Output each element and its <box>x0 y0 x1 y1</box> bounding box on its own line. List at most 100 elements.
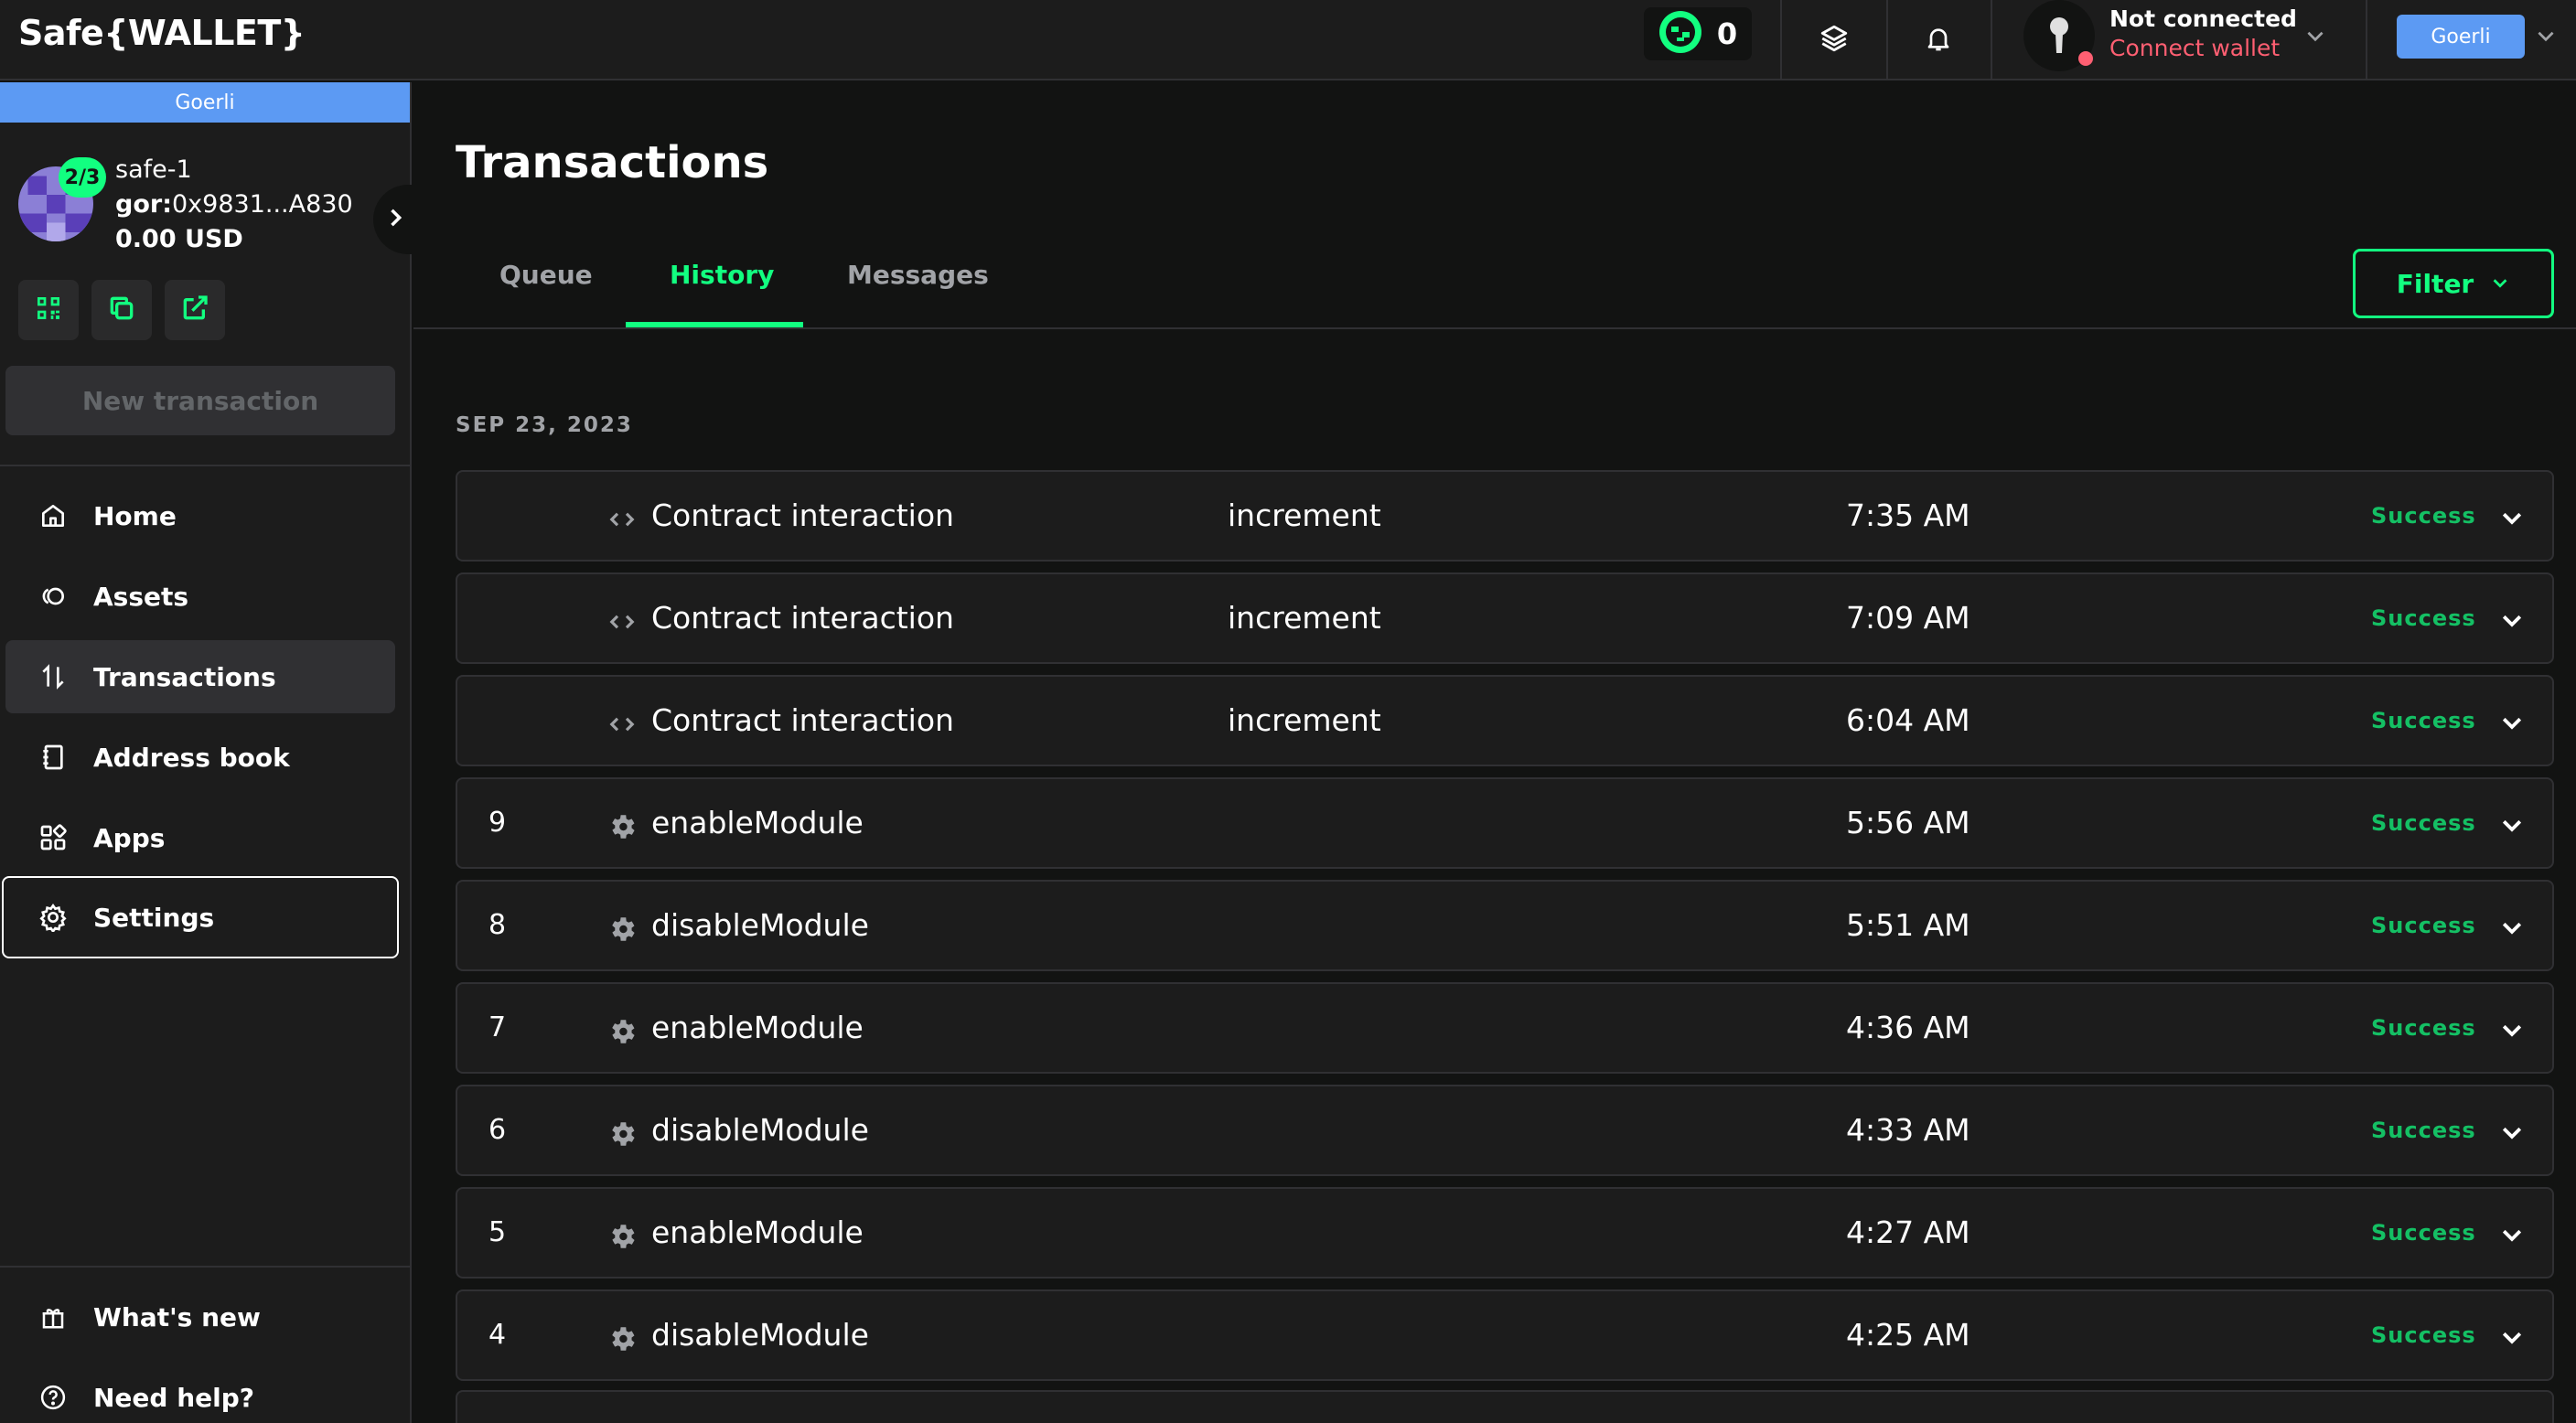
chevron-down-icon[interactable] <box>2494 704 2530 741</box>
address-value: 0x9831...A830 <box>172 190 353 219</box>
tab-messages[interactable]: Messages <box>847 260 989 290</box>
block-explorer-button[interactable] <box>165 280 225 340</box>
tx-time: 5:56 AM <box>1846 805 1970 840</box>
network-selector[interactable]: Goerli <box>2397 15 2525 59</box>
tx-time: 7:09 AM <box>1846 600 1970 636</box>
tx-time: 4:25 AM <box>1846 1317 1970 1353</box>
wallet-chevron-down-icon[interactable] <box>2303 24 2327 51</box>
new-transaction-button[interactable]: New transaction <box>5 366 395 435</box>
chevron-down-icon <box>2490 269 2510 299</box>
chevron-down-icon[interactable] <box>2494 807 2530 843</box>
chevron-down-icon[interactable] <box>2494 1011 2530 1048</box>
table-row[interactable]: 9 enableModule 5:56 AM Success <box>456 777 2554 869</box>
table-row[interactable]: Contract interaction increment 7:35 AM Succ… <box>456 470 2554 562</box>
table-row[interactable] <box>456 1390 2554 1423</box>
settings-gear-icon <box>606 810 639 843</box>
sidebar-item-label: Settings <box>93 902 215 933</box>
tx-type: Contract interaction <box>651 498 954 533</box>
header-divider <box>2366 0 2367 80</box>
transactions-icon <box>35 658 71 695</box>
bell-icon <box>1924 23 1953 58</box>
assets-icon <box>35 578 71 615</box>
pending-transactions-counter[interactable]: 0 <box>1644 7 1752 60</box>
chevron-down-icon[interactable] <box>2494 1216 2530 1253</box>
gift-icon <box>35 1299 71 1335</box>
table-row[interactable]: Contract interaction increment 7:09 AM Succ… <box>456 572 2554 664</box>
sidebar-item-transactions[interactable]: Transactions <box>5 640 395 713</box>
date-group-label: SEP 23, 2023 <box>456 413 633 437</box>
tx-time: 4:33 AM <box>1846 1112 1970 1148</box>
table-row[interactable]: 5 enableModule 4:27 AM Success <box>456 1187 2554 1279</box>
safe-logo[interactable]: Safe{WALLET} <box>18 13 306 53</box>
connect-wallet-link[interactable]: Connect wallet <box>2109 35 2280 61</box>
layers-button[interactable] <box>1804 0 1864 80</box>
tx-time: 4:27 AM <box>1846 1214 1970 1250</box>
sidebar: Goerli 2/3 safe-1 gor:0x9831...A830 0.00… <box>0 82 417 1423</box>
sidebar-item-label: What's new <box>93 1301 261 1332</box>
filter-label: Filter <box>2396 268 2474 299</box>
tx-nonce: 4 <box>488 1319 507 1351</box>
tab-history[interactable]: History <box>670 260 774 290</box>
status-badge: Success <box>2371 913 2476 938</box>
layers-icon <box>1819 23 1850 58</box>
tx-time: 5:51 AM <box>1846 907 1970 943</box>
sidebar-item-whats-new[interactable]: What's new <box>5 1280 395 1353</box>
sidebar-item-address-book[interactable]: Address book <box>5 721 395 794</box>
sidebar-item-settings[interactable]: Settings <box>2 876 399 958</box>
help-icon <box>35 1379 71 1416</box>
safe-balance: 0.00 USD <box>115 225 243 253</box>
sidebar-item-home[interactable]: Home <box>5 479 395 552</box>
chevron-down-icon[interactable] <box>2494 602 2530 638</box>
external-link-icon <box>180 294 209 326</box>
copy-address-button[interactable] <box>91 280 152 340</box>
code-icon <box>606 503 639 536</box>
sidebar-item-label: Address book <box>93 742 290 773</box>
chevron-down-icon[interactable] <box>2494 1114 2530 1150</box>
table-row[interactable]: 8 disableModule 5:51 AM Success <box>456 880 2554 971</box>
disconnected-dot <box>2078 51 2093 66</box>
sidebar-divider <box>0 465 410 466</box>
qr-code-button[interactable] <box>18 280 79 340</box>
tx-type: Contract interaction <box>651 702 954 738</box>
status-badge: Success <box>2371 503 2476 529</box>
copy-icon <box>107 294 136 326</box>
threshold-badge: 2/3 <box>59 157 106 198</box>
filter-button[interactable]: Filter <box>2353 249 2554 318</box>
tx-nonce: 6 <box>488 1114 507 1146</box>
table-row[interactable]: Contract interaction increment 6:04 AM Succ… <box>456 675 2554 766</box>
sidebar-item-assets[interactable]: Assets <box>5 560 395 633</box>
chevron-right-icon <box>382 205 408 234</box>
table-row[interactable]: 7 enableModule 4:36 AM Success <box>456 982 2554 1074</box>
address-book-icon <box>35 739 71 776</box>
tx-type: disableModule <box>651 1317 869 1353</box>
notifications-button[interactable] <box>1906 0 1970 80</box>
chevron-down-icon[interactable] <box>2494 909 2530 946</box>
sidebar-item-apps[interactable]: Apps <box>5 801 395 874</box>
header-divider <box>1886 0 1888 80</box>
table-row[interactable]: 4 disableModule 4:25 AM Success <box>456 1289 2554 1381</box>
sidebar-item-label: Need help? <box>93 1382 255 1413</box>
status-badge: Success <box>2371 1220 2476 1246</box>
tx-nonce: 9 <box>488 807 507 839</box>
tx-method: increment <box>1228 702 1381 738</box>
sidebar-item-need-help[interactable]: Need help? <box>5 1361 395 1423</box>
tx-nonce: 8 <box>488 909 507 941</box>
tx-type: enableModule <box>651 1010 864 1045</box>
tab-queue[interactable]: Queue <box>499 260 593 290</box>
keyhole-icon <box>2047 16 2071 59</box>
tx-time: 4:36 AM <box>1846 1010 1970 1045</box>
safe-list-toggle[interactable] <box>373 185 417 254</box>
network-chevron-down-icon[interactable] <box>2534 24 2558 51</box>
chevron-down-icon[interactable] <box>2494 1319 2530 1355</box>
tx-method: increment <box>1228 600 1381 636</box>
chevron-down-icon[interactable] <box>2494 499 2530 536</box>
settings-gear-icon <box>606 913 639 946</box>
tx-type: disableModule <box>651 1112 869 1148</box>
home-icon <box>35 498 71 534</box>
connection-status: Not connected <box>2109 5 2297 32</box>
network-banner: Goerli <box>0 82 410 123</box>
tx-type: enableModule <box>651 1214 864 1250</box>
header-divider <box>1780 0 1782 80</box>
table-row[interactable]: 6 disableModule 4:33 AM Success <box>456 1085 2554 1176</box>
sidebar-divider <box>0 1266 410 1268</box>
